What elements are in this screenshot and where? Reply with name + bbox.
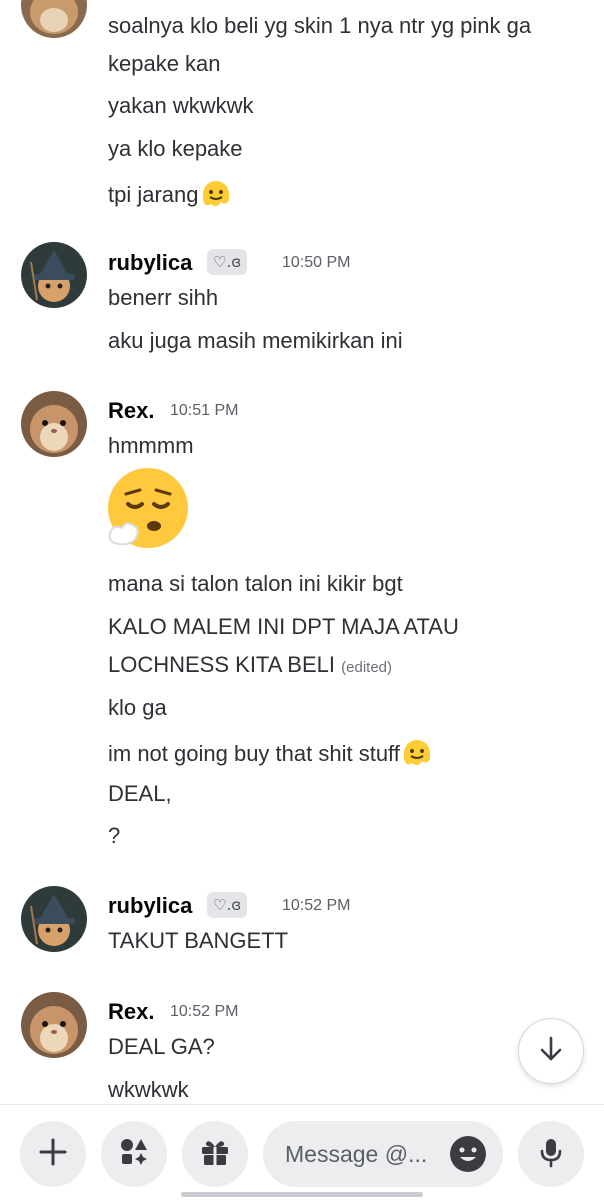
message-text: LOCHNESS KITA BELI [108,652,336,677]
message-text: kepake kan [108,51,221,76]
message-text: DEAL, [108,781,172,806]
message-timestamp: 10:51 PM [170,402,239,419]
message-text: tpi jarang [108,182,199,207]
apps-icon [118,1136,150,1173]
apps-button[interactable] [101,1121,167,1187]
avatar-rex[interactable] [21,992,87,1058]
user-badge: ♡.ɞ [207,892,248,918]
message-text: klo ga [108,695,167,720]
avatar-rubylica[interactable] [21,242,87,308]
message-feed: soalnya klo beli yg skin 1 nya ntr yg pi… [0,0,604,1104]
author-name[interactable]: Rex. [108,397,154,425]
avatar-rex[interactable] [21,391,87,457]
add-attachment-button[interactable] [20,1121,86,1187]
edited-label: (edited) [341,659,392,676]
message-timestamp: 10:52 PM [282,897,351,914]
sleepy-face-emoji-icon [106,468,192,557]
message-text: DEAL GA? [108,1034,215,1059]
message-text: hmmmm [108,433,194,458]
melting-face-emoji-icon [199,178,233,210]
message-text: yakan wkwkwk [108,93,254,118]
arrow-down-icon [536,1034,566,1069]
user-badge: ♡.ɞ [207,249,248,275]
message-timestamp: 10:52 PM [170,1003,239,1020]
message-text: KALO MALEM INI DPT MAJA ATAU [108,614,459,639]
melting-face-emoji-icon [400,737,434,769]
message-text: benerr sihh [108,285,219,310]
emoji-icon[interactable] [449,1135,487,1178]
message-text: ? [108,823,121,848]
message-text: aku juga masih memikirkan ini [108,328,403,353]
avatar-rubylica[interactable] [21,886,87,952]
message-text: wkwkwk [108,1077,189,1102]
gift-button[interactable] [182,1121,248,1187]
message-text: mana si talon talon ini kikir bgt [108,571,403,596]
message-text: im not going buy that shit stuff [108,741,400,766]
scroll-to-bottom-button[interactable] [518,1018,584,1084]
message-with-emoji: im not going buy that shit stuff [108,737,434,769]
message-timestamp: 10:50 PM [282,254,351,271]
author-name[interactable]: rubylica [108,249,192,277]
author-name[interactable]: rubylica [108,892,192,920]
message-line-edited: LOCHNESS KITA BELI (edited) [108,651,392,682]
gift-icon [199,1136,231,1173]
message-input[interactable]: Message @... [263,1121,503,1187]
message-text: ya klo kepake [108,136,243,161]
author-name[interactable]: Rex. [108,998,154,1026]
voice-message-button[interactable] [518,1121,584,1187]
home-indicator[interactable] [181,1192,423,1197]
message-with-emoji: tpi jarang [108,178,233,210]
composer-bar: Message @... [0,1104,604,1201]
avatar-rex-top[interactable] [21,0,87,38]
message-text: soalnya klo beli yg skin 1 nya ntr yg pi… [108,13,532,38]
plus-icon [37,1136,69,1173]
message-input-placeholder: Message @... [285,1141,428,1167]
message-text: TAKUT BANGETT [108,928,289,953]
microphone-icon [535,1136,567,1173]
